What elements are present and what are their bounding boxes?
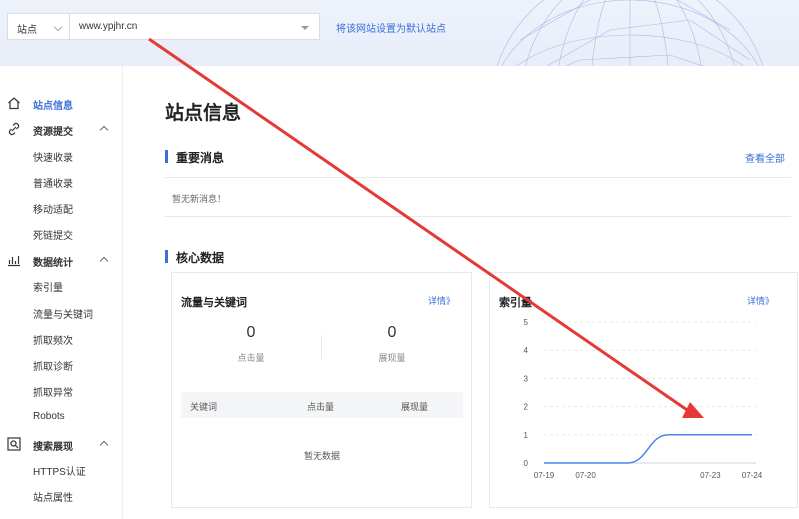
globe-decoration-icon	[496, 0, 764, 66]
sidebar-item-label: 死链提交	[33, 231, 73, 242]
chart-icon	[8, 256, 20, 267]
x-tick-label: 07-24	[742, 471, 763, 480]
y-tick-label: 0	[524, 459, 529, 468]
sidebar-group-data-stats[interactable]: 数据统计	[0, 248, 122, 272]
sidebar-item-label: 站点属性	[33, 493, 73, 504]
sidebar-item-crawl-diagnosis[interactable]: 抓取诊断	[0, 352, 122, 376]
sidebar-item-index-volume[interactable]: 索引量	[0, 273, 122, 297]
divider	[165, 216, 791, 217]
sidebar-item-normal-indexing[interactable]: 普通收录	[0, 169, 122, 193]
y-tick-label: 4	[524, 346, 529, 355]
sidebar-item-crawl-errors[interactable]: 抓取异常	[0, 378, 122, 402]
sidebar-item-label: 移动适配	[33, 205, 73, 216]
traffic-keywords-card: 流量与关键词 详情》 0 点击量 0 展现量 关键词 点击量 展现量 暂无数据	[171, 272, 472, 508]
site-type-label: 站点	[17, 25, 37, 36]
sidebar-item-label: 抓取异常	[33, 388, 73, 399]
sidebar-item-traffic-keywords[interactable]: 流量与关键词	[0, 300, 122, 324]
sidebar-item-label: 抓取频次	[33, 336, 73, 347]
top-bar: 站点 www.ypjhr.cn 将该网站设置为默认站点	[0, 0, 799, 66]
sidebar-item-label: 站点信息	[33, 101, 73, 112]
sidebar-item-label: 索引量	[33, 283, 63, 294]
sidebar-item-site-attributes[interactable]: 站点属性	[0, 483, 122, 507]
stat-divider	[321, 335, 322, 359]
y-tick-label: 3	[524, 374, 529, 383]
chevron-up-icon	[99, 256, 109, 266]
sidebar-item-crawl-frequency[interactable]: 抓取频次	[0, 326, 122, 350]
y-tick-label: 2	[524, 403, 529, 412]
x-tick-label: 07-19	[534, 471, 555, 480]
sidebar-group-label: 数据统计	[33, 258, 73, 269]
domain-select[interactable]: www.ypjhr.cn	[69, 13, 320, 40]
sidebar-item-label: 普通收录	[33, 179, 73, 190]
sidebar-item-label: 流量与关键词	[33, 310, 93, 321]
col-impressions: 展现量	[401, 402, 429, 412]
chevron-up-icon	[99, 125, 109, 135]
sidebar: 站点信息 资源提交 快速收录 普通收录 移动适配 死链提交 数据统计 索引量 流…	[0, 66, 123, 519]
search-icon	[7, 437, 21, 451]
site-type-select[interactable]: 站点	[7, 13, 70, 40]
section-marker	[165, 250, 168, 263]
index-volume-card: 索引量 详情》 0 1 2 3 4 5 07-19 07-20 07-23 07-24	[489, 272, 798, 508]
sidebar-group-label: 资源提交	[33, 127, 73, 138]
impressions-label: 展现量	[378, 353, 406, 363]
keyword-table-header: 关键词 点击量 展现量	[181, 392, 463, 418]
sidebar-item-https[interactable]: HTTPS认证	[0, 457, 122, 481]
empty-table-text: 暂无数据	[303, 451, 340, 461]
traffic-detail-link[interactable]: 详情》	[428, 294, 455, 307]
home-icon	[8, 97, 20, 110]
sidebar-group-resource-submit[interactable]: 资源提交	[0, 117, 122, 141]
sidebar-item-label: HTTPS认证	[33, 467, 86, 478]
sidebar-item-fast-indexing[interactable]: 快速收录	[0, 143, 122, 167]
sidebar-item-deadlink-submit[interactable]: 死链提交	[0, 221, 122, 245]
chevron-up-icon	[99, 440, 109, 450]
sidebar-group-label: 搜索展现	[33, 442, 73, 453]
view-all-link[interactable]: 查看全部	[745, 150, 785, 165]
page-root: 站点 www.ypjhr.cn 将该网站设置为默认站点 站点信息 资源提交 快速…	[0, 0, 799, 519]
sidebar-item-label: 快速收录	[33, 153, 73, 164]
section-marker	[165, 150, 168, 163]
divider	[165, 177, 791, 178]
index-volume-chart: 0 1 2 3 4 5 07-19 07-20 07-23 07-24	[524, 318, 763, 480]
sidebar-item-mobile-adapt[interactable]: 移动适配	[0, 195, 122, 219]
dropdown-arrow-icon	[301, 26, 309, 30]
set-default-site-link[interactable]: 将该网站设置为默认站点	[336, 20, 446, 35]
x-tick-label: 07-23	[700, 471, 721, 480]
page-title: 站点信息	[165, 103, 242, 124]
domain-value: www.ypjhr.cn	[79, 21, 138, 32]
x-tick-label: 07-20	[575, 471, 596, 480]
main-content: 站点信息 重要消息 查看全部 暂无新消息！ 核心数据 流量与关键词 详情》 0 …	[123, 66, 799, 519]
sidebar-item-label: 抓取诊断	[33, 362, 73, 373]
clicks-label: 点击量	[237, 353, 265, 363]
sidebar-item-site-info[interactable]: 站点信息	[0, 91, 122, 115]
important-messages-title: 重要消息	[176, 151, 225, 165]
y-tick-label: 5	[524, 318, 529, 327]
series-line	[543, 434, 752, 464]
card-title: 流量与关键词	[181, 297, 247, 309]
no-messages-text: 暂无新消息！	[172, 194, 227, 204]
y-tick-label: 1	[524, 431, 529, 440]
link-icon	[8, 122, 20, 136]
impressions-value: 0	[387, 324, 397, 341]
core-data-title: 核心数据	[176, 251, 225, 265]
sidebar-item-label: Robots	[33, 411, 65, 422]
sidebar-item-robots[interactable]: Robots	[0, 405, 122, 429]
chevron-down-icon	[53, 22, 63, 32]
col-keyword: 关键词	[190, 402, 218, 412]
sidebar-group-search-display[interactable]: 搜索展现	[0, 432, 122, 456]
clicks-value: 0	[246, 324, 256, 341]
col-clicks: 点击量	[307, 402, 335, 412]
